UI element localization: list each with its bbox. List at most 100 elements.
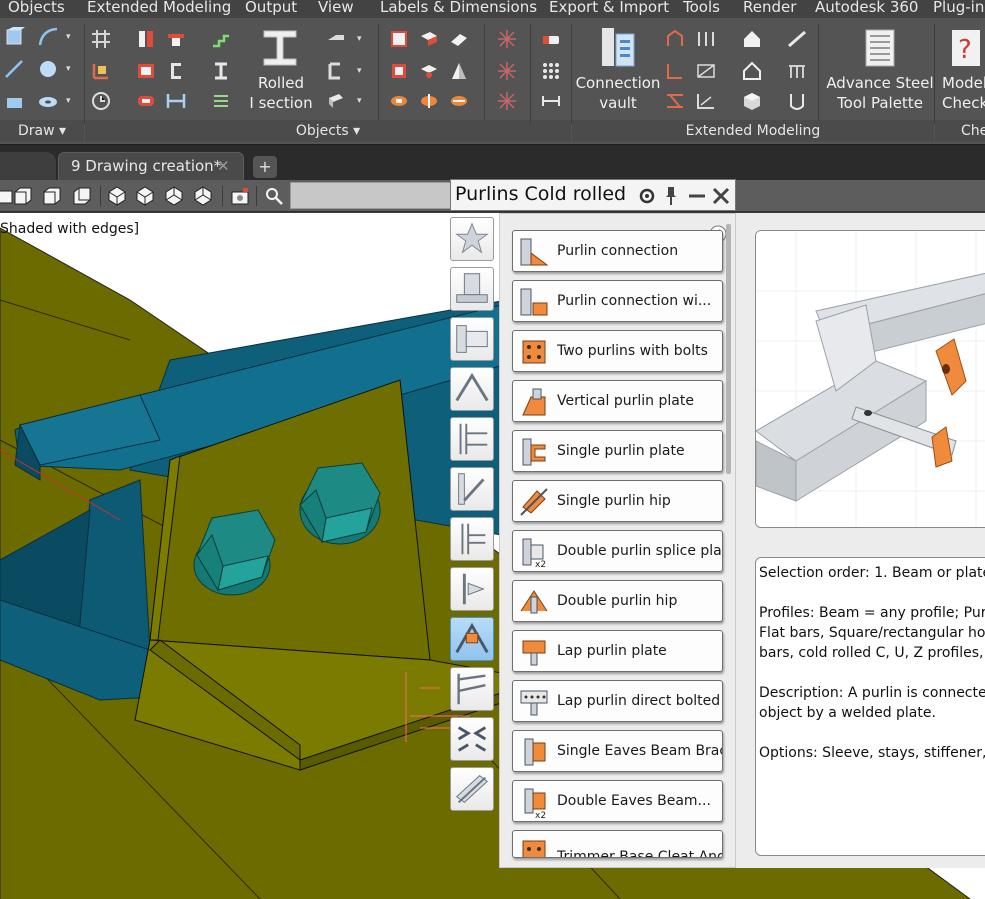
grid-red-icon[interactable] [496,28,518,50]
measure-icon[interactable] [540,90,562,112]
chevron-down-icon[interactable]: ▾ [66,64,71,74]
joint-base-icon[interactable] [664,60,686,82]
beam-red2-icon[interactable] [165,28,187,50]
tool-lap-purlin-plate[interactable]: Lap purlin plate [512,630,723,672]
menu-render[interactable]: Render [743,0,796,16]
tool-single-purlin-hip[interactable]: Single purlin hip [512,480,723,522]
pin-icon[interactable] [663,185,679,207]
menu-view[interactable]: View [318,0,354,16]
tool-purlin-connection[interactable]: Purlin connection [512,230,723,272]
gear-icon[interactable] [637,186,657,206]
palette-scrollbar[interactable] [726,224,731,474]
sphere-icon[interactable] [37,58,59,80]
weld-icon[interactable] [388,90,410,112]
category-misc[interactable] [450,767,494,811]
joint-bolt-icon[interactable] [695,28,717,50]
zoom-icon[interactable] [263,185,285,207]
3d-solid-icon[interactable] [3,26,25,48]
clock-icon[interactable] [90,90,112,112]
tool-single-eaves-beam-bracket[interactable]: Single Eaves Beam Brack... [512,730,723,772]
plate-cut-icon[interactable] [418,28,440,50]
category-beam-end[interactable] [450,317,494,361]
tool-double-purlin-splice-plate[interactable]: x2 Double purlin splice pla... [512,530,723,572]
tab-drawing-creation[interactable]: 9 Drawing creation* ✕ [58,152,244,181]
channel-icon[interactable] [165,60,187,82]
category-bracing[interactable] [450,467,494,511]
menu-extended-modeling[interactable]: Extended Modeling [87,0,231,16]
box-icon[interactable] [3,90,25,112]
view-front-icon[interactable] [12,185,34,207]
tool-lap-purlin-direct-bolted[interactable]: Lap purlin direct bolted [512,680,723,722]
line-icon[interactable] [3,58,25,80]
beam-red-icon[interactable] [135,28,157,50]
angle-profile-icon[interactable] [325,90,347,112]
menu-plug-ins[interactable]: Plug-ins [933,0,985,16]
tool-two-purlins-with-bolts[interactable]: Two purlins with bolts [512,330,723,372]
rolled-i-section-icon[interactable] [258,26,302,70]
weld3-icon[interactable] [448,90,470,112]
category-column-base[interactable] [450,267,494,311]
category-favorites[interactable] [450,217,494,261]
stairs-icon[interactable] [210,28,232,50]
close-icon[interactable]: ✕ [217,153,230,180]
model-check-label-1[interactable]: Model [942,74,985,93]
joint-clip-icon[interactable] [664,90,686,112]
column-icon[interactable] [210,60,232,82]
tab-previous[interactable] [0,152,56,181]
stair-stringer-icon[interactable] [786,28,808,50]
view-right-icon[interactable] [71,185,93,207]
arc-icon[interactable] [37,26,59,48]
view-iso-se-icon[interactable] [134,185,156,207]
cone-icon[interactable] [448,60,470,82]
view-iso-sw-icon[interactable] [106,185,128,207]
connection-vault-label-2[interactable]: vault [574,94,662,113]
menu-autodesk-360[interactable]: Autodesk 360 [815,0,918,16]
chevron-down-icon[interactable]: ▾ [357,96,362,106]
rolled-section-label-1[interactable]: Rolled [248,74,314,93]
joint-frame-icon[interactable] [695,90,717,112]
plate-shorten-icon[interactable] [388,60,410,82]
tool-palette-icon[interactable] [858,26,902,70]
tool-double-eaves-beam[interactable]: x2 Double Eaves Beam... [512,780,723,822]
menu-objects[interactable]: Objects [8,0,65,16]
tool-vertical-purlin-plate[interactable]: Vertical purlin plate [512,380,723,422]
category-portal-frame[interactable] [450,667,494,711]
chevron-down-icon[interactable]: ▾ [357,34,362,44]
channel-profile-icon[interactable] [325,60,347,82]
connection-vault-icon[interactable] [596,24,640,72]
dots-grid-icon[interactable] [540,60,562,82]
chevron-down-icon[interactable]: ▾ [66,96,71,106]
toolbar-input[interactable] [290,182,452,209]
grating-icon[interactable] [210,90,232,112]
joint-red-icon[interactable] [664,28,686,50]
grid-icon[interactable] [90,28,112,50]
view-style-label[interactable]: Shaded with edges] [0,221,139,237]
category-beam-beam[interactable] [450,517,494,561]
weld2-icon[interactable] [418,90,440,112]
palette-title-bar[interactable]: Purlins Cold rolled [450,179,736,211]
railing-icon[interactable] [786,60,808,82]
chevron-down-icon[interactable]: ▾ [357,66,362,76]
cage-icon[interactable] [786,90,808,112]
grid-red2-icon[interactable] [496,60,518,82]
category-apex[interactable] [450,367,494,411]
tool-trimmer-base-cleat-angle[interactable]: Trimmer Base Cleat Angle [512,830,723,858]
cube-icon[interactable] [741,90,763,112]
close-icon[interactable] [711,185,731,207]
eraser-icon[interactable] [540,28,562,50]
menu-export-import[interactable]: Export & Import [549,0,669,16]
chevron-down-icon[interactable]: ▾ [66,32,71,42]
grid-red3-icon[interactable] [496,90,518,112]
menu-labels-dimensions[interactable]: Labels & Dimensions [380,0,537,16]
category-stairs[interactable] [450,717,494,761]
bolt-red-icon[interactable] [135,90,157,112]
tool-purlin-connection-with[interactable]: Purlin connection wi... [512,280,723,322]
ucs-icon[interactable] [90,60,112,82]
plate-red-icon[interactable] [135,60,157,82]
panel-title-extended-modeling[interactable]: Extended Modeling [572,120,934,142]
beam-split-icon[interactable] [165,90,187,112]
panel-title-checking[interactable]: Che [935,120,985,142]
tool-palette-label-1[interactable]: Advance Steel [826,74,934,93]
house-outline-icon[interactable] [741,60,763,82]
plate-bend-icon[interactable] [448,28,470,50]
